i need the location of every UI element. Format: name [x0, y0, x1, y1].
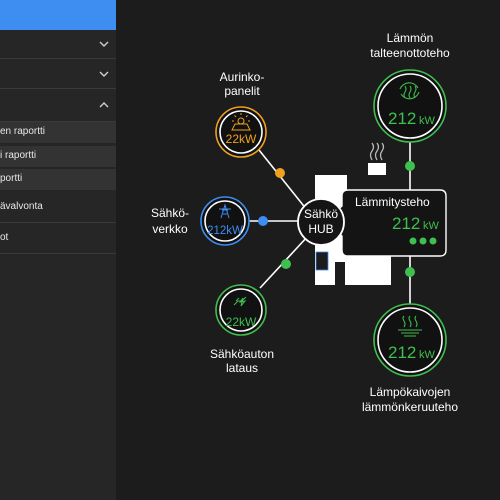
sidebar-item-label: ävalvonta: [0, 201, 43, 212]
sidebar-group-1[interactable]: [0, 30, 116, 59]
solar-flow-dot: [275, 168, 285, 178]
energy-dashboard: Lämmitysteho 212 kW Sähkö HUB 22kW Aurin…: [116, 0, 500, 500]
heating-power-unit: kW: [423, 220, 440, 232]
sidebar-item-label: i raportti: [0, 150, 37, 161]
hub-label-line2: HUB: [308, 222, 333, 236]
heat-recovery-label-line1: Lämmön: [387, 31, 434, 45]
collector-label-line2: lämmönkeruuteho: [362, 400, 458, 414]
sidebar-header[interactable]: [0, 0, 116, 30]
solar-panels-node[interactable]: 22kW Aurinko- panelit: [215, 70, 267, 158]
sidebar-group-3[interactable]: [0, 90, 116, 122]
sidebar-subitem-1[interactable]: en raportti: [0, 122, 116, 144]
sidebar: en raportti i raportti portti ävalvonta …: [0, 0, 116, 500]
sidebar-item-4[interactable]: ävalvonta: [0, 193, 116, 223]
energy-flow-diagram: Lämmitysteho 212 kW Sähkö HUB 22kW Aurin…: [151, 31, 458, 414]
chevron-up-icon[interactable]: [99, 101, 109, 109]
heat-recovery-node[interactable]: 212 kW Lämmön talteenottoteho: [370, 31, 450, 143]
heat-recovery-value: 212: [388, 109, 416, 128]
grid-value: 212kW: [207, 225, 243, 237]
heating-power-value: 212: [392, 214, 420, 233]
sidebar-item-label: ot: [0, 232, 9, 243]
grid-flow-dot: [258, 216, 268, 226]
ev-charging-node[interactable]: 22kW Sähköauton lataus: [210, 284, 274, 375]
status-dot: [419, 237, 427, 245]
ev-label-line2: lataus: [226, 361, 258, 375]
solar-label-line1: Aurinko-: [220, 70, 265, 84]
ev-value: 22kW: [226, 315, 257, 329]
grid-label-line1: Sähkö-: [151, 206, 189, 220]
recovery-flow-dot: [405, 161, 415, 171]
solar-label-line2: panelit: [224, 84, 260, 98]
chevron-down-icon[interactable]: [99, 40, 109, 48]
ev-label-line1: Sähköauton: [210, 347, 274, 361]
collector-label-line1: Lämpökaivojen: [370, 385, 451, 399]
grid-label-line2: verkko: [152, 222, 188, 236]
solar-value: 22kW: [226, 132, 257, 146]
status-dot: [409, 237, 417, 245]
electric-hub[interactable]: Sähkö HUB: [297, 198, 345, 246]
steam-icon: [369, 142, 385, 161]
collector-value: 212: [388, 343, 416, 362]
chevron-down-icon[interactable]: [99, 70, 109, 78]
sidebar-subitem-3[interactable]: portti: [0, 169, 116, 191]
heat-recovery-label-line2: talteenottoteho: [370, 46, 450, 60]
sidebar-group-2[interactable]: [0, 60, 116, 89]
ground-collector-node[interactable]: 212 kW Lämpökaivojen lämmönkeruuteho: [362, 303, 458, 414]
power-grid-node[interactable]: 212kW Sähkö- verkko: [151, 196, 250, 246]
sidebar-item-5[interactable]: ot: [0, 224, 116, 254]
sidebar-item-label: portti: [0, 173, 23, 184]
collector-flow-dot: [405, 267, 415, 277]
ev-flow-dot: [281, 259, 291, 269]
status-dot: [429, 237, 437, 245]
heating-power-title: Lämmitysteho: [355, 195, 430, 209]
sidebar-item-label: en raportti: [0, 126, 46, 137]
hub-label-line1: Sähkö: [304, 207, 338, 221]
sidebar-subitem-2[interactable]: i raportti: [0, 146, 116, 168]
heat-recovery-unit: kW: [419, 115, 436, 127]
collector-unit: kW: [419, 349, 436, 361]
